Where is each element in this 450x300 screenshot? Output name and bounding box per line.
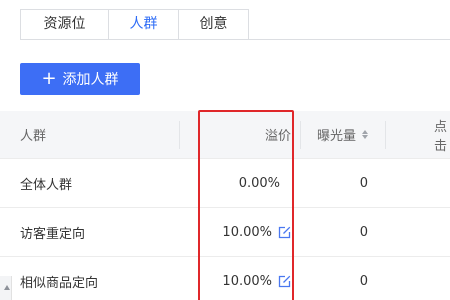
premium-value: 10.00%: [222, 224, 272, 240]
tab-bar: 资源位 人群 创意: [20, 9, 249, 40]
exposure-value: 0: [359, 273, 368, 289]
edit-icon[interactable]: [278, 226, 291, 239]
tab-creative[interactable]: 创意: [179, 9, 249, 40]
table-row: 相似商品定向 10.00% 0: [0, 257, 450, 300]
premium-value: 10.00%: [222, 273, 272, 289]
exposure-value: 0: [359, 175, 368, 191]
sort-icon[interactable]: [362, 130, 368, 139]
audience-table: 人群 溢价 曝光量 点击 全体人群 0.00% 0 访客重定向 10.00% 0: [0, 111, 450, 300]
table-row: 全体人群 0.00% 0: [0, 159, 450, 208]
tab-audience[interactable]: 人群: [109, 9, 179, 40]
exposure-value: 0: [359, 224, 368, 240]
audience-name: 全体人群: [20, 177, 73, 193]
table-header: 人群 溢价 曝光量 点击: [0, 111, 450, 159]
premium-cell: 10.00%: [180, 257, 291, 300]
table-row: 访客重定向 10.00% 0: [0, 208, 450, 257]
edit-icon[interactable]: [278, 275, 291, 288]
premium-value: 0.00%: [238, 175, 280, 191]
premium-cell: 10.00%: [180, 208, 291, 256]
audience-name: 访客重定向: [20, 226, 86, 242]
header-exposure-label: 曝光量: [316, 129, 356, 144]
header-premium: 溢价: [264, 129, 291, 144]
header-clicks-label: 点击: [434, 119, 448, 154]
add-audience-label: 添加人群: [62, 72, 119, 88]
scroll-up-handle[interactable]: [0, 276, 12, 300]
audience-name: 相似商品定向: [20, 275, 99, 291]
header-clicks: 点击: [390, 111, 450, 158]
caret-up-icon: [4, 285, 10, 290]
tab-resource-slot[interactable]: 资源位: [20, 9, 109, 40]
add-audience-button[interactable]: + 添加人群: [20, 63, 140, 95]
plus-icon: +: [41, 68, 57, 89]
header-exposure[interactable]: 曝光量: [300, 111, 368, 158]
column-divider: [385, 121, 386, 149]
header-audience: 人群: [20, 129, 47, 144]
tab-divider: [20, 39, 450, 40]
